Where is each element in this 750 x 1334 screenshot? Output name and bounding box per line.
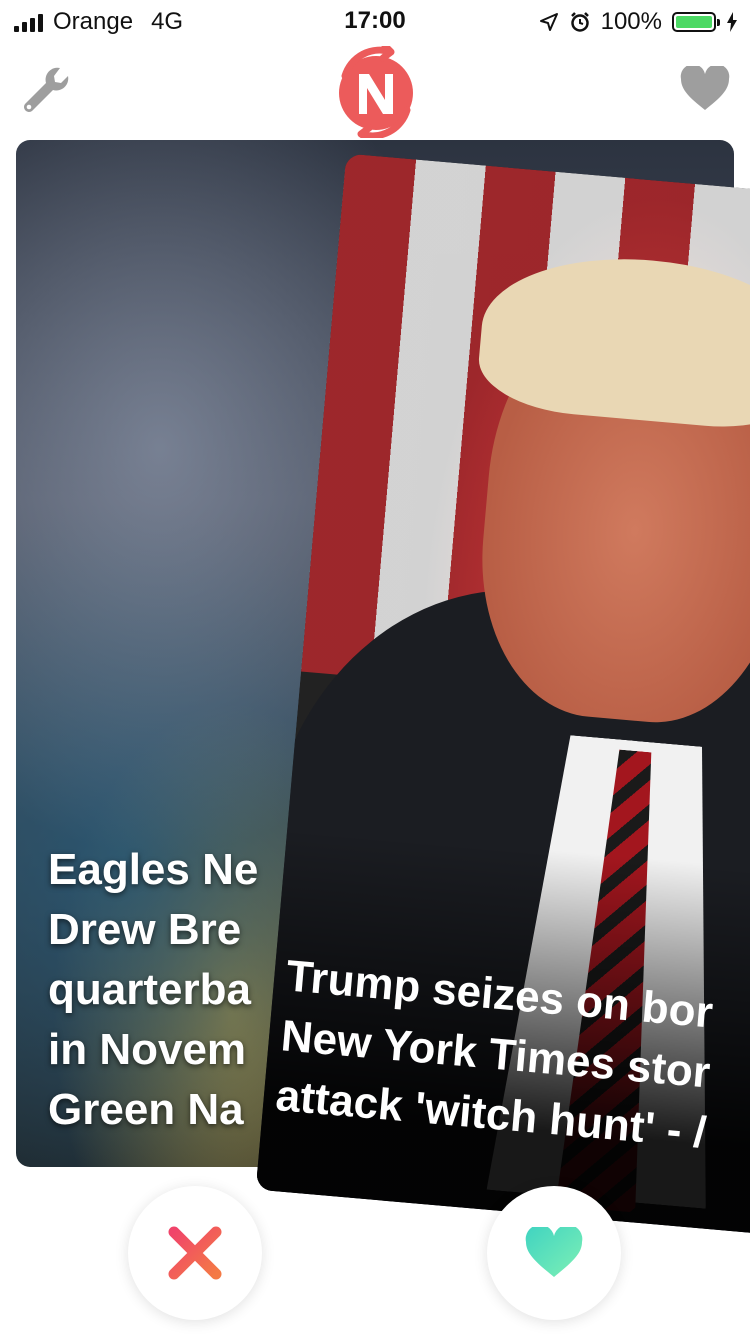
charging-bolt-icon: [727, 12, 737, 32]
like-button[interactable]: [487, 1186, 621, 1320]
favorites-heart-icon[interactable]: [680, 66, 730, 112]
alarm-icon: [570, 12, 589, 32]
x-icon: [168, 1226, 222, 1280]
location-arrow-icon: [539, 13, 558, 31]
heart-icon: [525, 1227, 583, 1277]
battery-icon: [672, 12, 720, 32]
nav-bar: [0, 44, 750, 140]
battery-percent: 100%: [600, 8, 662, 35]
status-right: 100%: [539, 8, 738, 36]
app-logo-icon[interactable]: [335, 46, 417, 138]
status-bar: Orange 4G 17:00 100%: [0, 0, 750, 40]
wrench-icon[interactable]: [20, 64, 72, 116]
dislike-button[interactable]: [128, 1186, 262, 1320]
